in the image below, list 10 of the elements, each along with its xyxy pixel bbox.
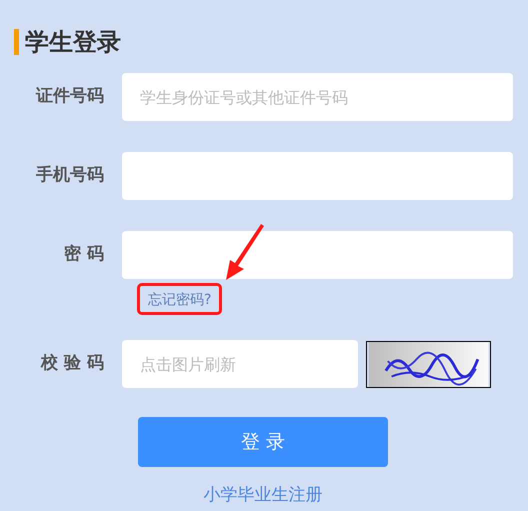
register-link[interactable]: 小学毕业生注册 [204, 483, 322, 508]
forgot-password-link[interactable]: 忘记密码? [148, 292, 212, 308]
captcha-input-field[interactable]: 点击图片刷新 [122, 340, 358, 388]
field-label: 手机号码 [35, 164, 105, 188]
login-button[interactable]: 登 录 [138, 417, 388, 467]
field-label: 校 验 码 [40, 352, 105, 376]
input-field[interactable]: 学生身份证号或其他证件号码 [122, 73, 513, 121]
field-label: 密 码 [63, 243, 105, 266]
field-label: 证件号码 [34, 85, 105, 108]
page-title: 学生登录 [25, 27, 121, 58]
